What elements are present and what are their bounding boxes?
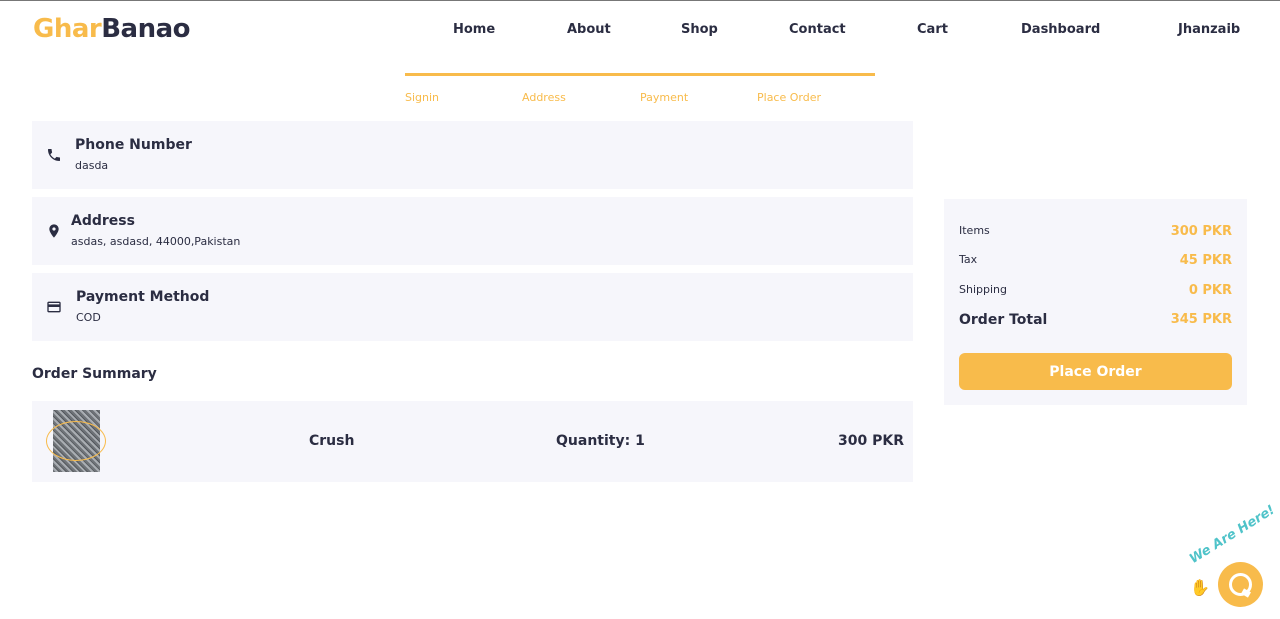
- items-value: 300 PKR: [1170, 224, 1232, 239]
- phone-title: Phone Number: [75, 137, 192, 153]
- nav-dashboard[interactable]: Dashboard: [1021, 22, 1100, 37]
- address-value: asdas, asdasd, 44000,Pakistan: [71, 235, 241, 248]
- tax-label: Tax: [959, 253, 978, 266]
- phone-icon: [46, 147, 62, 163]
- chat-tagline: We Are Here!: [1187, 502, 1278, 567]
- brand-logo[interactable]: GharBanao: [33, 14, 190, 44]
- nav-contact[interactable]: Contact: [789, 22, 846, 37]
- total-label: Order Total: [959, 312, 1048, 328]
- payment-title: Payment Method: [76, 289, 210, 305]
- item-quantity: Quantity: 1: [556, 433, 645, 449]
- item-price: 300 PKR: [838, 433, 904, 449]
- logo-part-ghar: Ghar: [33, 14, 102, 44]
- waving-hand-icon: ✋: [1190, 578, 1210, 597]
- step-signin[interactable]: Signin: [405, 91, 439, 104]
- tax-value: 45 PKR: [1179, 253, 1232, 268]
- payment-value: COD: [76, 311, 101, 324]
- credit-card-icon: [46, 299, 62, 315]
- order-totals-panel: Items 300 PKR Tax 45 PKR Shipping 0 PKR …: [944, 199, 1247, 405]
- thumbnail-ring: [46, 421, 106, 461]
- phone-value: dasda: [75, 159, 109, 172]
- chat-widget-button[interactable]: [1218, 562, 1263, 607]
- checkout-progress-bar: [405, 73, 875, 76]
- shipping-label: Shipping: [959, 283, 1007, 296]
- address-title: Address: [71, 213, 135, 229]
- nav-user-menu[interactable]: Jhanzaib: [1178, 22, 1240, 37]
- nav-home[interactable]: Home: [453, 22, 495, 37]
- nav-shop[interactable]: Shop: [681, 22, 718, 37]
- total-value: 345 PKR: [1170, 312, 1232, 327]
- shipping-value: 0 PKR: [1188, 283, 1232, 298]
- step-payment[interactable]: Payment: [640, 91, 688, 104]
- nav-cart[interactable]: Cart: [917, 22, 948, 37]
- payment-card: Payment Method COD: [32, 273, 913, 341]
- logo-part-banao: Banao: [101, 14, 190, 44]
- address-card: Address asdas, asdasd, 44000,Pakistan: [32, 197, 913, 265]
- order-item-row: Crush Quantity: 1 300 PKR: [32, 401, 913, 482]
- step-address[interactable]: Address: [522, 91, 566, 104]
- place-order-button[interactable]: Place Order: [959, 353, 1232, 390]
- top-border: [0, 0, 1280, 1]
- location-pin-icon: [46, 223, 62, 239]
- step-place-order[interactable]: Place Order: [757, 91, 821, 104]
- order-summary-heading: Order Summary: [32, 366, 157, 382]
- item-name[interactable]: Crush: [309, 433, 354, 449]
- phone-card: Phone Number dasda: [32, 121, 913, 189]
- items-label: Items: [959, 224, 990, 237]
- nav-about[interactable]: About: [567, 22, 611, 37]
